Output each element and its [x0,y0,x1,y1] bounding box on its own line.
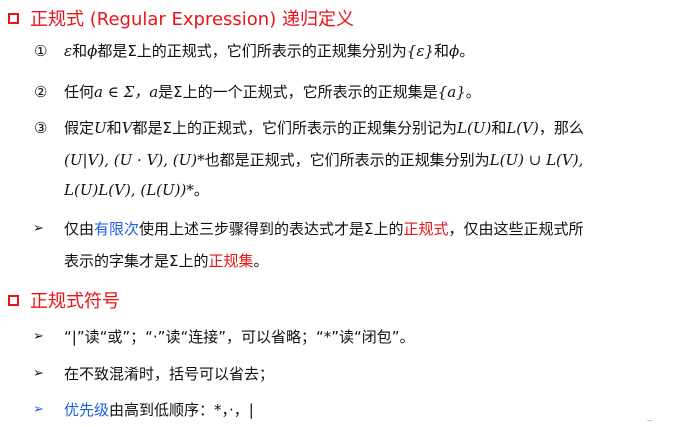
text: 假定 [64,119,95,137]
text: 和 [491,119,507,137]
v-symbol: V [121,119,133,137]
section-title: 正规式符号 [30,291,120,312]
arrow-bullet-icon: ➢ [33,366,44,381]
definition-item-2: 任何a ∈ Σ，a是Σ上的一个正规式，它所表示的正规集是{a}。 [64,82,481,102]
highlight-regex: 正规式 [403,220,449,238]
concat-closure-exprs: L(U)L(V), (L(U))* [64,181,194,199]
phi-symbol-2: ϕ [448,42,460,60]
item-marker-2: ② [34,83,48,101]
highlight-finite: 有限次 [94,220,140,238]
text: 是Σ上的一个正规式，它所表示的正规集是 [158,83,438,101]
highlight-precedence: 优先级 [64,401,110,419]
text: 由高到低顺序：*，·，| [109,401,254,419]
text: ，仅由这些正规式所 [448,220,584,238]
phi-symbol: ϕ [87,42,98,60]
arrow-bullet-icon: ➢ [33,402,44,417]
compound-exprs: (U|V), (U · V), (U)* [64,151,205,169]
definition-item-1: ε和ϕ都是Σ上的正规式，它们所表示的正规集分别为{ε}和ϕ。 [64,41,474,61]
text: 表示的字集才是Σ上的 [64,252,209,270]
lv-expr: L(V) [506,119,539,137]
slide: 正规式 (Regular Expression) 递归定义 ① ε和ϕ都是Σ上的… [0,0,693,427]
symbol-bullet-2: 在不致混淆时，括号可以省去； [64,365,275,383]
text: 。 [253,252,269,270]
text: 都是Σ上的正规式，它们所表示的正规集分别记为 [132,119,458,137]
text: 也都是正规式，它们所表示的正规集分别为 [204,151,490,169]
section-heading-regex-definition: 正规式 (Regular Expression) 递归定义 [8,5,354,31]
text: 和 [106,119,122,137]
text: 任何 [64,83,95,101]
epsilon-set: {ε} [406,42,434,60]
arrow-bullet-icon: ➢ [33,329,44,344]
a-in-sigma: a ∈ Σ， [94,83,150,101]
lu-expr: L(U) [457,119,492,137]
highlight-regular-set: 正规集 [208,252,254,270]
definition-item-3-line-2: (U|V), (U · V), (U)*也都是正规式，它们所表示的正规集分别为L… [64,150,583,170]
square-bullet-icon [8,12,19,24]
text: ，那么 [538,119,584,137]
text: 。 [465,83,481,101]
arrow-bullet-icon: ➢ [33,221,44,236]
text: 使用上述三步骤得到的表达式才是Σ上的 [139,220,404,238]
definition-item-3-line-1: 假定U和V都是Σ上的正规式，它们所表示的正规集分别记为L(U)和L(V)，那么 [64,118,584,138]
corner-mark: ~ [646,416,653,425]
note-line-2: 表示的字集才是Σ上的正规集。 [64,251,269,271]
section-heading-regex-symbols: 正规式符号 [8,287,120,313]
u-symbol: U [94,119,107,137]
item-marker-3: ③ [34,119,48,137]
text: 都是Σ上的正规式，它们所表示的正规集分别为 [97,42,407,60]
section-title: 正规式 (Regular Expression) 递归定义 [30,9,354,30]
a-set: {a} [437,83,466,101]
definition-item-3-line-3: L(U)L(V), (L(U))*。 [64,180,209,200]
a-symbol: a [149,83,159,101]
note-line-1: 仅由有限次使用上述三步骤得到的表达式才是Σ上的正规式，仅由这些正规式所 [64,219,584,239]
square-bullet-icon [8,294,19,306]
item-marker-1: ① [34,42,48,60]
text: 和 [72,42,88,60]
symbol-bullet-3: 优先级由高到低顺序：*，·，| [64,400,254,420]
union-expr: L(U) ∪ L(V), [489,151,584,169]
symbol-bullet-1: “|”读“或”；“·”读“连接”，可以省略；“*”读“闭包”。 [64,328,415,346]
text: 。 [193,181,209,199]
text: 。 [459,42,475,60]
text: 仅由 [64,220,95,238]
epsilon-symbol: ε [64,42,73,60]
text: 和 [433,42,449,60]
